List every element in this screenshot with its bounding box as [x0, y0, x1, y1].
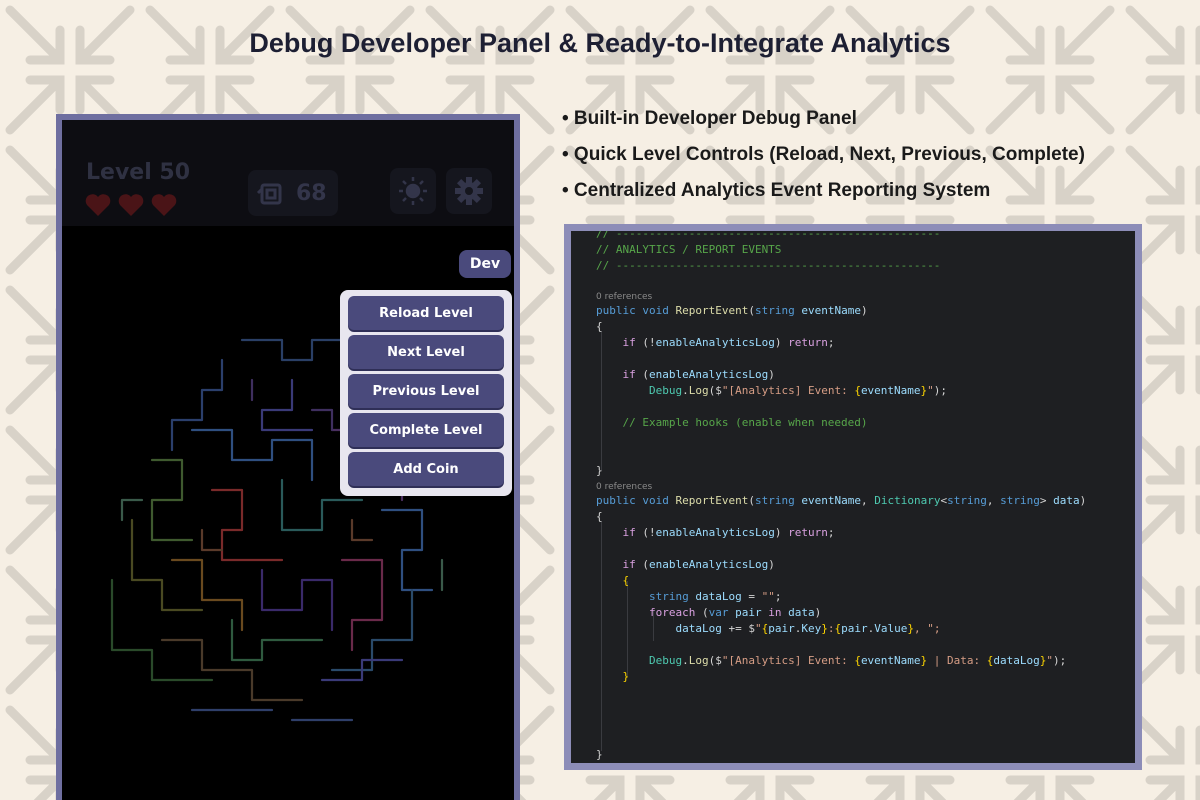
code-panel-frame: // -------------------------------------…: [564, 224, 1142, 770]
code-brace: }: [622, 670, 630, 683]
code-line-signature-2: public void ReportEvent(string eventName…: [596, 494, 1087, 507]
code-line-guard-2: if (!enableAnalyticsLog) return;: [622, 526, 835, 539]
code-line-if-1: if (enableAnalyticsLog): [622, 368, 775, 381]
next-level-button[interactable]: Next Level: [348, 335, 504, 369]
reload-level-button[interactable]: Reload Level: [348, 296, 504, 330]
code-comment: // -------------------------------------…: [596, 259, 941, 272]
moves-icon: [256, 183, 282, 205]
code-brace: {: [622, 574, 630, 587]
game-header: Level 50 68: [62, 120, 514, 226]
heart-icon: [85, 194, 111, 216]
code-line-signature-1: public void ReportEvent(string eventName…: [596, 304, 868, 317]
page-headline: Debug Developer Panel & Ready-to-Integra…: [249, 28, 951, 58]
code-line-if-2: if (enableAnalyticsLog): [622, 558, 775, 571]
theme-button[interactable]: [390, 168, 436, 214]
previous-level-button[interactable]: Previous Level: [348, 374, 504, 408]
dev-menu: Reload Level Next Level Previous Level C…: [340, 290, 512, 496]
code-line-log-2: Debug.Log($"[Analytics] Event: {eventNam…: [648, 654, 1067, 667]
heart-icon: [118, 194, 144, 216]
feature-item: • Quick Level Controls (Reload, Next, Pr…: [562, 144, 1085, 165]
code-comment: // ANALYTICS / REPORT EVENTS: [596, 243, 782, 256]
feature-item: • Centralized Analytics Event Reporting …: [562, 180, 991, 201]
sun-icon: [399, 177, 427, 205]
code-line-guard-1: if (!enableAnalyticsLog) return;: [622, 336, 835, 349]
code-brace: {: [596, 510, 603, 523]
indent-guide: [601, 331, 602, 471]
game-phone-screen: Level 50 68 Dev Reload Level Next Level …: [56, 114, 520, 800]
level-label: Level 50: [86, 160, 191, 185]
feature-item: • Built-in Developer Debug Panel: [562, 108, 857, 129]
moves-counter: 68: [248, 170, 338, 216]
moves-count: 68: [296, 180, 327, 206]
lives-hearts: [84, 192, 178, 218]
dev-button[interactable]: Dev: [459, 250, 511, 278]
code-editor: // -------------------------------------…: [571, 231, 1135, 763]
code-comment: // -------------------------------------…: [596, 231, 941, 240]
gear-icon: [455, 177, 483, 205]
code-brace: }: [596, 748, 603, 761]
code-line-foreach: foreach (var pair in data): [648, 606, 822, 619]
code-line-comment-hooks: // Example hooks (enable when needed): [622, 416, 868, 429]
settings-button[interactable]: [446, 168, 492, 214]
code-line-log-1: Debug.Log($"[Analytics] Event: {eventNam…: [648, 384, 948, 397]
code-brace: }: [596, 464, 603, 477]
code-line-datalog-init: string dataLog = "";: [648, 590, 782, 603]
heart-icon: [151, 194, 177, 216]
code-brace: {: [596, 320, 603, 333]
code-line-datalog-append: dataLog += $"{pair.Key}:{pair.Value}, ";: [675, 622, 941, 635]
feature-list: • Built-in Developer Debug Panel • Quick…: [562, 108, 1085, 216]
complete-level-button[interactable]: Complete Level: [348, 413, 504, 447]
add-coin-button[interactable]: Add Coin: [348, 452, 504, 486]
